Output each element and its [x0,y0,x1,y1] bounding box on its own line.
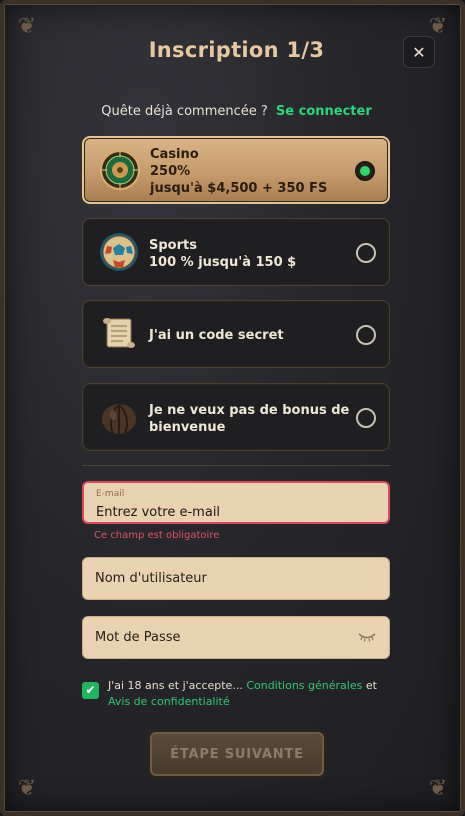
bonus-option-no-bonus[interactable]: Je ne veux pas de bonus de bienvenue [82,383,390,451]
option-line3: jusqu'à $4,500 + 350 FS [150,181,328,196]
username-field[interactable]: Nom d'utilisateur [82,557,390,600]
bonus-option-sports[interactable]: Sports 100 % jusqu'à 150 $ [82,218,390,286]
terms-prefix: J'ai 18 ans et j'accepte... [108,679,243,692]
checkmark-icon: ✔ [85,683,96,697]
bonus-option-secret-code[interactable]: J'ai un code secret [82,300,390,368]
login-prompt-row: Quête déjà commencée ? Se connecter [4,104,465,119]
close-icon: ✕ [412,42,426,62]
chestnut-icon [102,404,136,434]
email-value: Entrez votre e-mail [96,505,221,520]
terms-and: et [365,679,377,692]
option-title: Je ne veux pas de bonus de [149,403,350,418]
radio-unselected[interactable] [356,325,376,345]
option-line2: 100 % jusqu'à 150 $ [149,255,297,270]
option-text: Je ne veux pas de bonus de bienvenue [149,402,349,436]
divider [82,465,390,466]
option-line2: 250% [150,164,191,179]
terms-link[interactable]: Conditions générales [246,679,362,692]
eye-closed-icon[interactable] [358,631,376,643]
radio-unselected[interactable] [356,408,376,428]
password-placeholder: Mot de Passe [95,630,181,645]
email-field[interactable]: E-mail Entrez votre e-mail [82,481,390,524]
email-label: E-mail [96,489,125,499]
option-text: J'ai un code secret [149,327,284,344]
login-link[interactable]: Se connecter [276,104,372,119]
option-title: J'ai un code secret [149,328,284,343]
terms-checkbox[interactable]: ✔ [82,682,99,699]
next-step-button[interactable]: ÉTAPE SUIVANTE [150,732,324,776]
soccer-ball-icon [100,233,138,271]
login-prompt: Quête déjà commencée ? [101,104,268,119]
corner-ornament-icon: ❦ [428,776,448,801]
option-text: Sports 100 % jusqu'à 150 $ [149,237,296,271]
username-placeholder: Nom d'utilisateur [95,571,207,586]
radio-unselected[interactable] [356,243,376,263]
bonus-option-casino[interactable]: Casino 250% jusqu'à $4,500 + 350 FS [82,136,390,204]
corner-ornament-icon: ❦ [17,776,37,801]
roulette-icon [100,150,140,190]
option-line2: bienvenue [149,420,226,435]
close-button[interactable]: ✕ [403,36,435,68]
option-text: Casino 250% jusqu'à $4,500 + 350 FS [150,146,327,197]
scroll-icon [103,318,135,348]
radio-selected[interactable] [355,161,375,181]
option-title: Casino [150,147,199,162]
modal-title: Inscription 1/3 [148,38,325,62]
password-field[interactable]: Mot de Passe [82,616,390,659]
signup-modal: ❦ ❦ ❦ ❦ Inscription 1/3 ✕ Quête déjà com… [0,0,465,816]
option-title: Sports [149,238,197,253]
email-error-message: Ce champ est obligatoire [94,530,220,541]
privacy-link[interactable]: Avis de confidentialité [108,695,230,708]
terms-text: J'ai 18 ans et j'accepte... Conditions g… [108,678,378,710]
